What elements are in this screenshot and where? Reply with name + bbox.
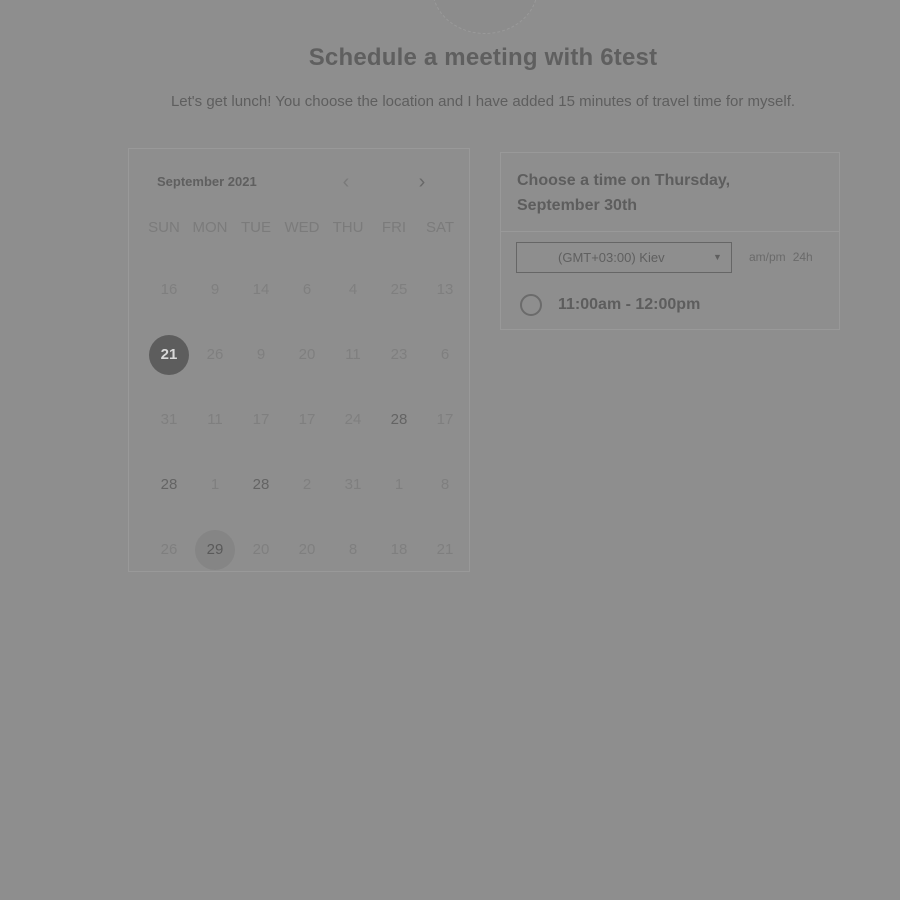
weekday-header: SUN MON TUE WED THU FRI SAT (141, 219, 463, 236)
time-picker-card: Choose a time on Thursday, September 30t… (500, 152, 840, 330)
calendar-day: 17 (252, 410, 270, 428)
calendar-day: 1 (394, 475, 404, 493)
calendar-day: 23 (390, 345, 408, 363)
next-month-button[interactable]: › (411, 171, 433, 193)
calendar-day: 14 (252, 280, 270, 298)
calendar-day-available[interactable]: 28 (146, 465, 192, 505)
calendar-day: 31 (344, 475, 362, 493)
format-24h-option[interactable]: 24h (793, 250, 813, 264)
calendar-card: September 2021 ‹ › SUN MON TUE WED THU F… (128, 148, 470, 572)
calendar-week: 16 9 14 6 4 25 13 (146, 257, 468, 322)
calendar-day: 6 (440, 345, 450, 363)
timezone-value: (GMT+03:00) Kiev (558, 250, 665, 265)
weekday-label: THU (332, 219, 364, 236)
calendar-day: 4 (348, 280, 358, 298)
weekday-label: SAT (425, 219, 455, 236)
format-ampm-option[interactable]: am/pm (749, 250, 786, 264)
booking-page: Schedule a meeting with 6test Let's get … (0, 0, 900, 900)
timezone-select[interactable]: (GMT+03:00) Kiev ▼ (516, 242, 732, 273)
calendar-week: 21 26 9 20 11 23 6 (146, 322, 468, 387)
time-slot-option[interactable]: 11:00am - 12:00pm (520, 292, 700, 318)
calendar-grid: 16 9 14 6 4 25 13 21 26 9 20 11 23 6 31 … (146, 257, 468, 582)
calendar-day-available[interactable]: 28 (376, 400, 422, 440)
calendar-week: 28 1 28 2 31 1 8 (146, 452, 468, 517)
calendar-day: 6 (302, 280, 312, 298)
weekday-label: WED (284, 219, 320, 236)
calendar-day: 20 (252, 540, 270, 558)
calendar-day: 26 (160, 540, 178, 558)
page-subtitle: Let's get lunch! You choose the location… (170, 93, 796, 110)
calendar-day: 9 (256, 345, 266, 363)
weekday-label: TUE (241, 219, 271, 236)
radio-button[interactable] (520, 294, 542, 316)
calendar-day: 13 (436, 280, 454, 298)
avatar (432, 0, 538, 34)
weekday-label: FRI (381, 219, 407, 236)
calendar-day: 8 (348, 540, 358, 558)
calendar-day-available[interactable]: 28 (238, 465, 284, 505)
calendar-day: 16 (160, 280, 178, 298)
previous-month-button[interactable]: ‹ (335, 171, 357, 193)
calendar-day: 20 (298, 540, 316, 558)
weekday-label: MON (192, 219, 228, 236)
calendar-day: 2 (302, 475, 312, 493)
calendar-day: 26 (206, 345, 224, 363)
calendar-day: 25 (390, 280, 408, 298)
calendar-day: 17 (298, 410, 316, 428)
calendar-day: 1 (210, 475, 220, 493)
time-picker-heading: Choose a time on Thursday, September 30t… (517, 172, 731, 214)
calendar-month-label: September 2021 (157, 174, 257, 189)
calendar-week: 31 11 17 17 24 28 17 (146, 387, 468, 452)
time-slot-label: 11:00am - 12:00pm (558, 296, 701, 313)
time-slot-panel: (GMT+03:00) Kiev ▼ am/pm 24h 11:00am - 12… (501, 231, 839, 330)
calendar-day-available[interactable]: 29 (195, 529, 235, 570)
calendar-day: 11 (207, 410, 223, 428)
calendar-day: 21 (436, 540, 454, 558)
calendar-day: 8 (440, 475, 450, 493)
calendar-day-selected[interactable]: 21 (149, 334, 189, 375)
calendar-week: 26 29 20 20 8 18 21 (146, 517, 468, 582)
calendar-day: 20 (298, 345, 316, 363)
calendar-day: 31 (160, 410, 178, 428)
calendar-day: 17 (436, 410, 454, 428)
calendar-day: 9 (210, 280, 220, 298)
calendar-day: 11 (345, 345, 361, 363)
calendar-day: 18 (390, 540, 408, 558)
chevron-down-icon: ▼ (713, 252, 722, 262)
page-title: Schedule a meeting with 6test (308, 44, 658, 71)
weekday-label: SUN (148, 219, 180, 236)
calendar-day: 24 (344, 410, 362, 428)
time-format-toggle: am/pm 24h (749, 250, 820, 264)
